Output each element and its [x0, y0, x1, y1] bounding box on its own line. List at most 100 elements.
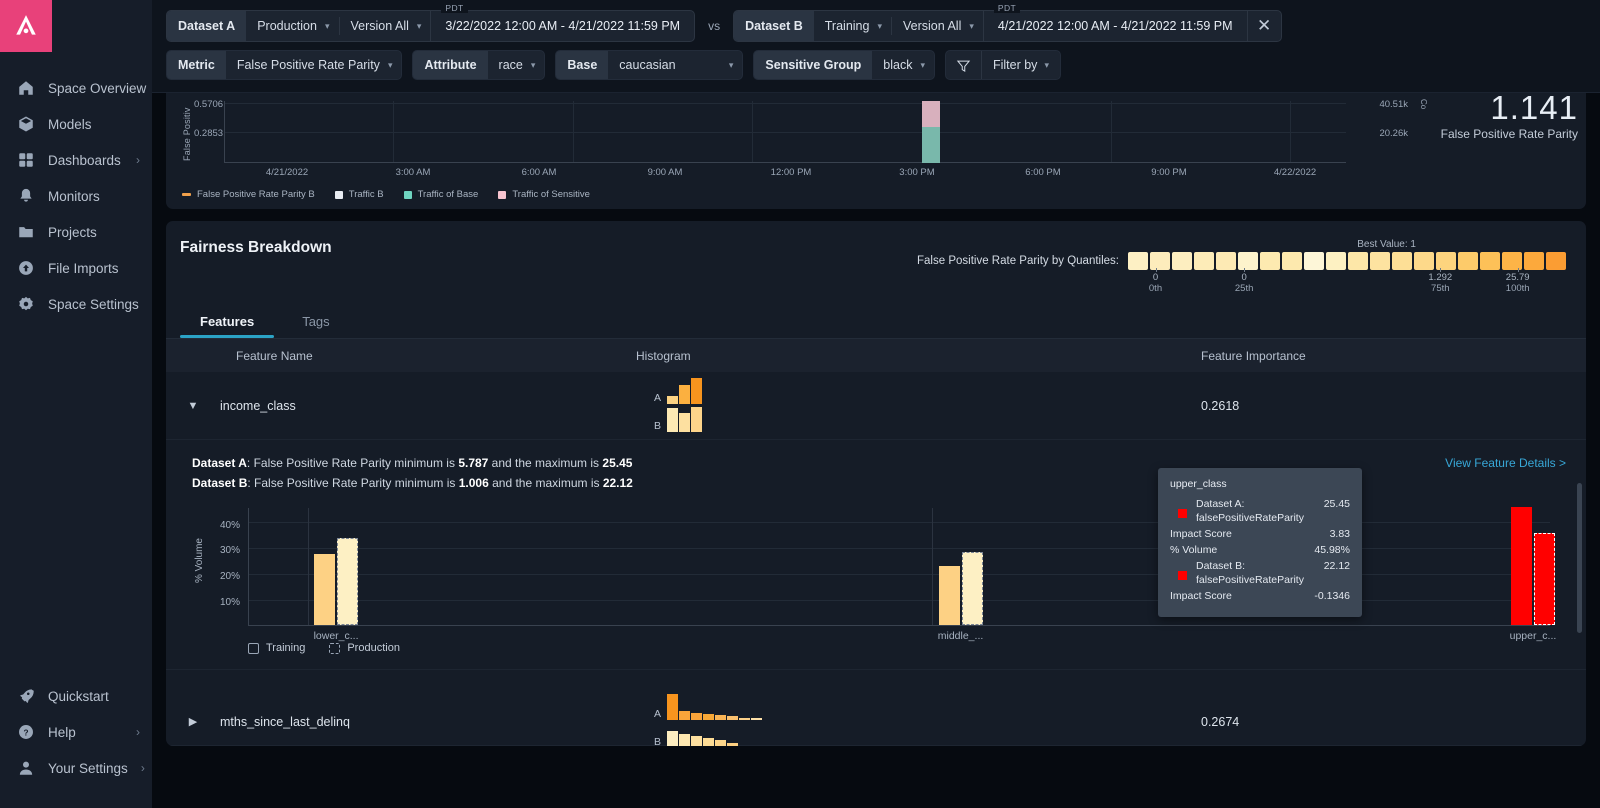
legend-item[interactable]: Traffic of Base	[403, 189, 478, 200]
tab-tags[interactable]: Tags	[282, 308, 349, 338]
bar-production[interactable]	[961, 552, 983, 625]
bar-training[interactable]	[1510, 507, 1532, 625]
tab-features[interactable]: Features	[180, 308, 275, 338]
tooltip-row-key: Dataset B: falsePositiveRateParity	[1170, 559, 1304, 587]
bar-production[interactable]	[1533, 533, 1555, 625]
dataset-a-environment-select[interactable]: Production ▾	[246, 11, 338, 41]
quantile-box[interactable]	[1370, 252, 1390, 270]
quantile-box[interactable]	[1128, 252, 1148, 270]
histogram-row-label: B	[654, 419, 662, 432]
sidebar-item-quickstart[interactable]: Quickstart	[0, 678, 152, 714]
static-text: and the maximum is	[488, 476, 603, 490]
quantile-box[interactable]	[1458, 252, 1478, 270]
legend-item-training[interactable]: Training	[248, 642, 305, 654]
dataset-a-label: Dataset A	[167, 11, 247, 41]
histogram-bar	[691, 406, 703, 432]
dataset-a-date-range[interactable]: PDT 3/22/2022 12:00 AM - 4/21/2022 11:59…	[430, 3, 694, 41]
legend-item-production[interactable]: Production	[329, 642, 400, 654]
table-row[interactable]: ▶ mths_since_last_delinq AB 0.2674	[166, 693, 1586, 746]
bar-group[interactable]	[314, 538, 359, 625]
app-logo[interactable]	[0, 0, 52, 52]
quantile-box[interactable]	[1172, 252, 1192, 270]
dataset-b-max: 22.12	[602, 476, 633, 490]
metric-value-trigger[interactable]: False Positive Rate Parity ▾	[226, 51, 402, 79]
quantile-boxes[interactable]	[1128, 252, 1566, 270]
quantile-box[interactable]	[1216, 252, 1236, 270]
quantile-tick-label: 100th	[1505, 283, 1530, 294]
sidebar-item-models[interactable]: Models	[0, 106, 152, 142]
chevron-down-icon: ▾	[416, 20, 422, 31]
sidebar-item-dashboards[interactable]: Dashboards ›	[0, 142, 152, 178]
home-icon	[16, 79, 35, 98]
sidebar-item-file-imports[interactable]: File Imports	[0, 250, 152, 286]
dataset-b-version-select[interactable]: Version All ▾	[892, 11, 983, 41]
sidebar-item-projects[interactable]: Projects	[0, 214, 152, 250]
feature-name: income_class	[220, 398, 296, 413]
sidebar-item-your-settings[interactable]: Your Settings ›	[0, 750, 152, 786]
legend-item[interactable]: False Positive Rate Parity B	[182, 189, 315, 200]
histogram-bar	[667, 395, 679, 404]
quantile-box[interactable]	[1392, 252, 1412, 270]
dataset-b-prefix: Dataset B	[192, 476, 248, 490]
arize-logo-icon	[16, 15, 36, 35]
sensitive-group-value-trigger[interactable]: black ▾	[872, 51, 934, 79]
dataset-b-label: Dataset B	[734, 11, 814, 41]
attribute-select[interactable]: Attribute race ▾	[412, 50, 546, 80]
bar-group[interactable]	[938, 552, 983, 625]
legend-label: Production	[347, 642, 400, 654]
legend-item[interactable]: Traffic of Sensitive	[498, 189, 590, 200]
quantile-tick-value: 0	[1152, 272, 1159, 283]
bar-training[interactable]	[314, 554, 336, 625]
quantile-box[interactable]	[1326, 252, 1346, 270]
quantile-tick-value: 1.292	[1428, 272, 1453, 283]
metric-select[interactable]: Metric False Positive Rate Parity ▾	[166, 50, 403, 80]
legend-swatch	[403, 190, 412, 199]
row-expand-toggle[interactable]: ▶	[166, 715, 220, 728]
metric-big-value-label: False Positive Rate Parity	[1440, 127, 1578, 141]
sensitive-group-select[interactable]: Sensitive Group black ▾	[753, 50, 935, 80]
table-row[interactable]: ▼ income_class AB 0.2618	[166, 372, 1586, 440]
attribute-value-trigger[interactable]: race ▾	[488, 51, 545, 79]
histogram-bar	[739, 745, 751, 746]
quantile-box[interactable]	[1524, 252, 1544, 270]
tooltip-rows: Dataset A: falsePositiveRateParity 25.45 Im…	[1170, 497, 1350, 603]
quantile-box[interactable]	[1348, 252, 1368, 270]
base-select[interactable]: Base caucasian ▾	[555, 50, 744, 80]
filter-by-button[interactable]: Filter by ▾	[944, 50, 1061, 80]
dataset-b-date-range[interactable]: PDT 4/21/2022 12:00 AM - 4/21/2022 11:59…	[982, 3, 1247, 41]
column-header-feature-importance: Feature Importance	[1201, 348, 1306, 363]
tooltip-row-value: 25.45	[1323, 498, 1350, 510]
quantile-box[interactable]	[1480, 252, 1500, 270]
timeseries-x-tick: 3:00 PM	[899, 167, 935, 178]
dataset-a-version-select[interactable]: Version All ▾	[340, 11, 431, 41]
base-value-trigger[interactable]: caucasian ▾	[608, 51, 742, 79]
filter-by-trigger[interactable]: Filter by ▾	[982, 58, 1060, 72]
bar-group[interactable]	[1510, 507, 1555, 625]
bell-icon	[16, 187, 35, 206]
quantile-box[interactable]	[1282, 252, 1302, 270]
view-feature-details-link[interactable]: View Feature Details >	[1445, 456, 1566, 470]
sidebar-item-space-overview[interactable]: Space Overview	[0, 70, 152, 106]
sidebar-item-monitors[interactable]: Monitors	[0, 178, 152, 214]
bar-production[interactable]	[337, 538, 359, 625]
quantile-box[interactable]	[1150, 252, 1170, 270]
timeseries-x-tick: 9:00 AM	[647, 167, 683, 178]
traffic-sensitive-band	[922, 101, 941, 127]
quantile-box[interactable]	[1546, 252, 1566, 270]
quantile-box[interactable]	[1194, 252, 1214, 270]
quantile-box[interactable]	[1304, 252, 1324, 270]
quantile-box[interactable]	[1436, 252, 1456, 270]
vertical-scrollbar[interactable]	[1577, 483, 1582, 633]
sidebar-item-help[interactable]: ? Help ›	[0, 714, 152, 750]
dataset-b-environment-select[interactable]: Training ▾	[814, 11, 891, 41]
quantile-box[interactable]	[1238, 252, 1258, 270]
sidebar-item-space-settings[interactable]: Space Settings	[0, 286, 152, 322]
legend-item[interactable]: Traffic B	[334, 189, 384, 200]
bar-training[interactable]	[938, 566, 960, 625]
close-icon[interactable]: ✕	[1246, 10, 1281, 42]
dataset-b-group: Dataset B Training ▾ Version All ▾ PDT 4…	[733, 3, 1282, 42]
row-expand-toggle[interactable]: ▼	[166, 400, 220, 412]
quantile-box[interactable]	[1260, 252, 1280, 270]
quantile-box[interactable]	[1414, 252, 1434, 270]
quantile-box[interactable]	[1502, 252, 1522, 270]
